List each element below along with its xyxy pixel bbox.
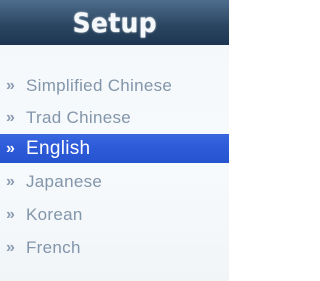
double-chevron-right-icon: » — [6, 205, 15, 223]
menu-item-label: Simplified Chinese — [26, 75, 173, 95]
double-chevron-right-icon: » — [6, 172, 15, 190]
page-title: Setup — [72, 8, 157, 39]
menu-item-simplified-chinese[interactable]: » Simplified Chinese — [0, 71, 229, 100]
menu-item-japanese[interactable]: » Japanese — [0, 167, 229, 196]
double-chevron-right-icon: » — [6, 108, 15, 126]
menu-item-trad-chinese[interactable]: » Trad Chinese — [0, 103, 229, 132]
menu-item-label: English — [26, 137, 91, 159]
menu-item-label: French — [26, 237, 81, 257]
double-chevron-right-icon: » — [6, 76, 15, 94]
menu-item-korean[interactable]: » Korean — [0, 200, 229, 229]
menu-item-label: Korean — [26, 204, 83, 224]
menu-item-label: Japanese — [26, 171, 103, 191]
double-chevron-right-icon: » — [6, 238, 15, 256]
title-bar: Setup — [0, 0, 229, 45]
menu-item-english[interactable]: » English — [0, 134, 229, 163]
device-screen: Setup » Simplified Chinese » Trad Chines… — [0, 0, 229, 281]
menu-item-label: Trad Chinese — [26, 107, 132, 127]
menu-item-french[interactable]: » French — [0, 233, 229, 262]
double-chevron-right-icon: » — [6, 139, 15, 157]
language-menu: » Simplified Chinese » Trad Chinese » En… — [0, 45, 229, 281]
